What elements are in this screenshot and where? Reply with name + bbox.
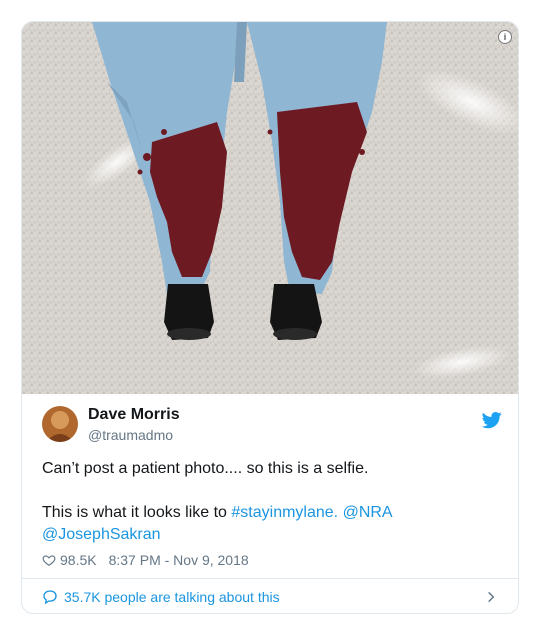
conversation-link[interactable]: 35.7K people are talking about this	[22, 579, 518, 613]
tweet-line-3: @JosephSakran	[42, 524, 502, 546]
mention-nra-link[interactable]: @NRA	[343, 504, 393, 521]
author-name[interactable]: Dave Morris	[88, 406, 180, 424]
chevron-right-icon	[488, 591, 495, 603]
tweet-meta: 98.5K 8:37 PM - Nov 9, 2018	[42, 552, 249, 568]
tweet-author: Dave Morris @traumadmo	[42, 406, 502, 446]
mention-josephsakran-link[interactable]: @JosephSakran	[42, 526, 161, 543]
twitter-bird-icon[interactable]	[482, 410, 502, 430]
heart-icon[interactable]	[42, 553, 56, 567]
tweet-line-2: This is what it looks like to #stayinmyl…	[42, 502, 502, 524]
like-count[interactable]: 98.5K	[60, 552, 97, 568]
tweet-line-1: Can’t post a patient photo.... so this i…	[42, 460, 369, 477]
tweet-text: Can’t post a patient photo.... so this i…	[42, 458, 502, 546]
tweet-line-2-prefix: This is what it looks like to	[42, 504, 232, 521]
timestamp[interactable]: 8:37 PM - Nov 9, 2018	[109, 552, 249, 568]
hashtag-link[interactable]: #stayinmylane.	[231, 504, 338, 521]
info-icon[interactable]: i	[498, 30, 512, 44]
chat-bubble-icon	[43, 590, 57, 605]
conversation-label: 35.7K people are talking about this	[64, 589, 280, 605]
tweet-photo[interactable]: i	[22, 22, 518, 394]
tweet-card: i Dave Morris @traumadmo Can’t post a pa…	[21, 21, 519, 614]
author-handle[interactable]: @traumadmo	[88, 427, 173, 443]
avatar[interactable]	[42, 406, 78, 442]
